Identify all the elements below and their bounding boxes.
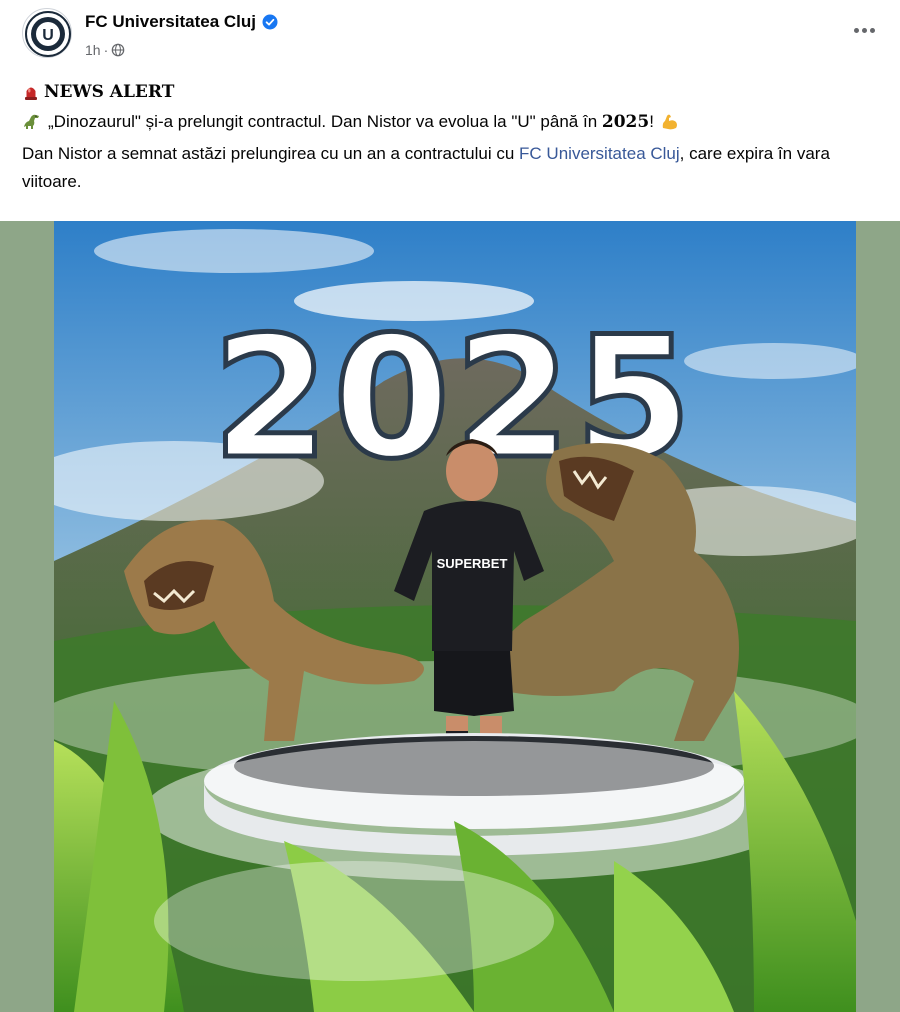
page-mention-link[interactable]: FC Universitatea Cluj: [519, 144, 680, 163]
headline-end: !: [649, 112, 654, 131]
poster-image: 2025 SUPERBET: [54, 221, 856, 1012]
headline-year: 2025: [601, 112, 650, 132]
headline-text: „Dinozaurul" și-a prelungit contractul. …: [48, 112, 602, 131]
page-name[interactable]: FC Universitatea Cluj: [85, 12, 256, 32]
meta-separator: ·: [103, 42, 109, 58]
news-alert-label: NEWS ALERT: [44, 82, 175, 102]
page-avatar[interactable]: U: [22, 8, 72, 58]
page-name-link[interactable]: FC Universitatea Cluj: [85, 12, 278, 32]
verified-badge-icon: [262, 14, 278, 30]
body-text: Dan Nistor a semnat astăzi prelungirea c…: [22, 144, 520, 163]
dinosaur-emoji: [24, 114, 39, 129]
post-text: NEWS ALERT „Dinozaurul" și-a prelungit c…: [22, 80, 882, 196]
post-image[interactable]: 2025 SUPERBET: [0, 221, 900, 1012]
more-options-button[interactable]: [846, 16, 882, 44]
red-alert-icon: [25, 87, 37, 100]
post-timestamp[interactable]: 1h: [85, 42, 101, 58]
more-options-icon: [853, 27, 859, 33]
jersey-sponsor-text: SUPERBET: [437, 556, 508, 571]
news-alert-line: NEWS ALERT: [22, 80, 882, 104]
globe-icon[interactable]: [111, 43, 125, 57]
headline-line: „Dinozaurul" și-a prelungit contractul. …: [22, 108, 882, 136]
post-header: U FC Universitatea Cluj 1h ·: [0, 0, 900, 72]
flexed-biceps-emoji: [662, 114, 677, 130]
body-paragraph: Dan Nistor a semnat astăzi prelungirea c…: [22, 140, 882, 196]
post-meta: 1h ·: [85, 42, 125, 58]
avatar-letter: U: [42, 27, 54, 44]
